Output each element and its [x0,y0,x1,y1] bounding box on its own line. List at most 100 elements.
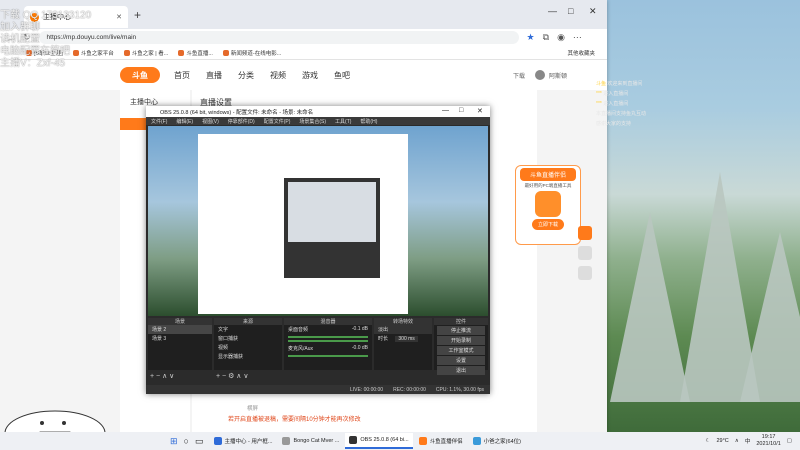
chat-message: 本直播间支持鱼丸互动 [596,111,647,117]
add-scene-icon[interactable]: + − ∧ ∨ [150,372,174,380]
profile-icon[interactable]: ◉ [557,32,565,43]
notification-icon[interactable]: ▢ [787,438,792,444]
taskbar-app[interactable]: Bongo Cat Mver ... [278,433,343,449]
maximize-icon[interactable]: □ [568,6,573,16]
stream-overlay-text: 下载 QQ 173133120 加入群聊 读机配置 电脑配置在简吧 主播V：Zx… [0,0,140,70]
side-float-icon[interactable] [578,266,592,280]
menu-docks[interactable]: 停靠部件(D) [228,118,255,125]
favorite-star-icon[interactable]: ★ [527,32,535,43]
obs-title: OBS 25.0.8 (64 bit, windows) - 配置文件: 未命名… [160,109,314,116]
volume-meter[interactable] [288,355,368,357]
promo-download-button[interactable]: 立即下载 [531,219,564,230]
duration-input[interactable]: 300 ms [395,336,418,342]
rec-status: REC: 00:00:00 [393,386,426,393]
menu-scene-collection[interactable]: 场景集合(S) [299,118,326,125]
nav-home[interactable]: 首页 [174,70,190,81]
chat-overlay: 斗鱼 欢迎来到直播间 *** 进入直播间 *** 进入直播间 本直播间支持鱼丸互… [596,80,704,130]
overlay-line: 主播V：Zxf-45 [0,58,66,69]
overlay-line: 电脑配置在简吧 [0,46,70,57]
source-item[interactable]: 显示器捕获 [214,352,282,361]
menu-help[interactable]: 帮助(H) [360,118,377,125]
side-float-icon[interactable] [578,226,592,240]
taskbar-app[interactable]: OBS 25.0.8 (64 bi... [345,433,413,449]
collections-icon[interactable]: ⧉ [543,32,549,43]
close-icon[interactable]: ✕ [477,107,483,115]
more-icon[interactable]: ⋯ [573,32,582,43]
menu-view[interactable]: 视图(V) [202,118,219,125]
nav-category[interactable]: 分类 [238,70,254,81]
transitions-dock: 淡出 时长 300 ms [374,325,432,370]
overlay-line: 下载 QQ 173133120 [0,10,92,21]
obs-menu-bar: 文件(F) 编辑(E) 视图(V) 停靠部件(D) 配置文件(P) 场景集合(S… [146,117,490,125]
start-icon[interactable]: ⊞ [170,436,178,447]
nav-game[interactable]: 游戏 [302,70,318,81]
promo-subtitle: 最好用的PC端直播工具 [524,183,572,188]
settings-button[interactable]: 设置 [437,356,485,365]
exit-button[interactable]: 退出 [437,366,485,375]
close-icon[interactable]: ✕ [589,6,597,17]
username[interactable]: 阿斯顿 [549,71,567,80]
chat-message: 斗鱼 欢迎来到直播间 [596,81,643,87]
scene-item[interactable]: 场景 3 [148,334,212,343]
search-icon[interactable]: ○ [184,436,189,446]
scene-item[interactable]: 场景 2 [148,325,212,334]
nav-video[interactable]: 视频 [270,70,286,81]
mixer-channel-label: 桌面音频 -0.1 dB [288,326,368,333]
weather-icon[interactable]: ☾ [706,438,711,444]
promo-header: 斗鱼直播伴侣 [520,168,576,181]
sources-dock: 文字 窗口捕获 视频 显示器捕获 [214,325,282,370]
taskbar-app[interactable]: 主播中心 - 用户框... [210,433,277,449]
duration-row: 时长 300 ms [374,334,432,343]
clock[interactable]: 19:17 2021/10/1 [756,434,780,448]
minimize-icon[interactable]: — [442,107,449,114]
nested-screen [288,182,376,242]
taskbar-app[interactable]: 斗鱼直播伴侣 [415,433,467,449]
taskbar-app[interactable]: 小爸之家(64位) [469,433,525,449]
minimize-icon[interactable]: — [548,6,557,16]
chat-message: *** 进入直播间 [596,91,629,97]
menu-edit[interactable]: 编辑(E) [176,118,193,125]
nav-live[interactable]: 直播 [206,70,222,81]
task-view-icon[interactable]: ▭ [195,436,204,447]
overlay-line: 加入群聊 [0,22,40,33]
stop-streaming-button[interactable]: 停止推流 [437,326,485,335]
promo-card: 斗鱼直播伴侣 最好用的PC端直播工具 立即下载 [515,165,581,245]
maximize-icon[interactable]: □ [459,107,463,114]
ime-indicator[interactable]: 中 [745,437,751,445]
avatar[interactable] [534,70,545,80]
app-icon [535,191,561,217]
source-item[interactable]: 窗口捕获 [214,334,282,343]
volume-meter[interactable] [288,340,368,342]
notice-text: 若开启直播被退稿，需要间隔10分钟才能再次修改 [228,417,361,423]
transition-select[interactable]: 淡出 [374,325,432,334]
download-link[interactable]: 下载 [513,71,525,80]
obs-window: OBS 25.0.8 (64 bit, windows) - 配置文件: 未命名… [146,106,490,394]
overlay-line: 读机配置 [0,34,40,45]
other-favorites[interactable]: 其他收藏夹 [567,49,595,57]
temperature[interactable]: 29°C [716,438,728,444]
nested-browser-capture [198,134,408,314]
source-item[interactable]: 文字 [214,325,282,334]
live-status: LIVE: 00:00:00 [350,386,384,393]
chat-message: 感谢大家的支持 [596,121,632,127]
menu-profile[interactable]: 配置文件(P) [264,118,291,125]
obs-title-bar: OBS 25.0.8 (64 bit, windows) - 配置文件: 未命名… [146,106,490,117]
bookmark-item[interactable]: 斗鱼直播... [178,49,213,57]
nav-yuba[interactable]: 鱼吧 [334,70,350,81]
mixer-dock: 桌面音频 -0.1 dB 麦克风/Aux -0.0 dB [284,325,372,370]
add-source-icon[interactable]: + − ⚙ ∧ ∨ [216,372,248,380]
volume-meter[interactable] [288,336,368,338]
chevron-up-icon[interactable]: ∧ [735,438,739,444]
mountain-shape [610,212,690,402]
side-float-icon[interactable] [578,246,592,260]
menu-tools[interactable]: 工具(T) [335,118,351,125]
scenes-dock: 场景 2 场景 3 [148,325,212,370]
mixer-channel-label: 麦克风/Aux -0.0 dB [288,345,368,352]
obs-preview[interactable] [148,126,488,316]
source-item[interactable]: 视频 [214,343,282,352]
bookmark-item[interactable]: 新闻频道-在线电影... [223,49,281,57]
studio-mode-button[interactable]: 工作室模式 [437,346,485,355]
mixer-header: 混音器 [284,318,372,325]
start-recording-button[interactable]: 开始录制 [437,336,485,345]
menu-file[interactable]: 文件(F) [151,118,167,125]
